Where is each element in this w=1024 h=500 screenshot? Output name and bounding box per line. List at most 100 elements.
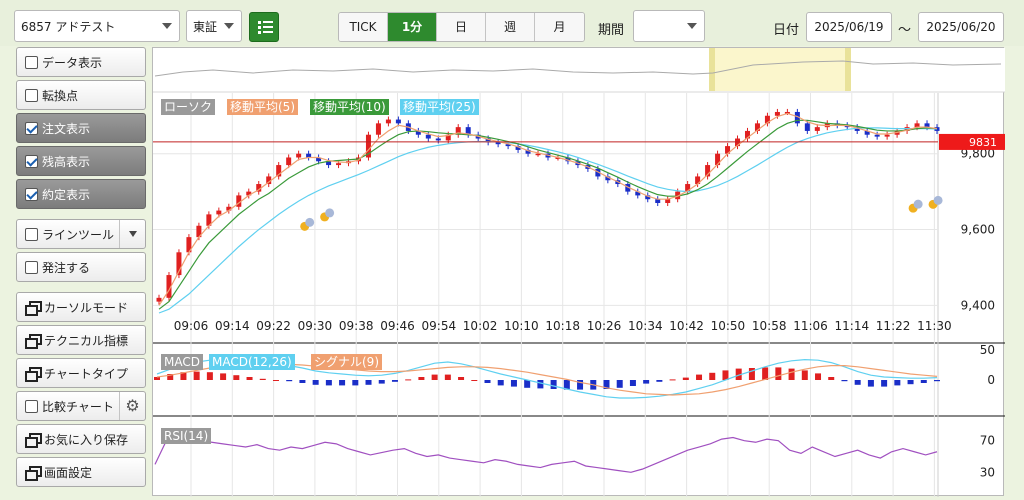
macd-histogram-bar [616,380,623,388]
candle-body [216,210,222,215]
macd-histogram-bar [709,372,716,380]
rsi-line [154,436,938,473]
macd-histogram-bar [643,380,650,384]
x-tick-label: 10:10 [504,319,539,333]
sidebar-item-label: カーソルモード [44,300,129,315]
sidebar-item-label: 約定表示 [42,187,91,202]
macd-histogram-bar [286,380,293,382]
sidebar-item-10[interactable]: 比較チャート ⚙ [16,391,146,421]
current-price-label: 9831 [969,136,997,149]
legend-rsi[interactable]: RSI(14) [161,428,212,444]
macd-histogram-bar [365,380,372,385]
x-tick-label: 09:30 [298,319,333,333]
window-icon [25,334,42,349]
sidebar-item-3[interactable]: 残高表示 [16,146,146,176]
macd-histogram-bar [154,377,160,380]
candle-body [884,134,890,137]
checkbox-icon [25,154,38,168]
sidebar-item-4[interactable]: 約定表示 [16,179,146,209]
interval-tab-1[interactable]: 1分 [388,13,437,41]
list-icon-dot [258,26,261,29]
x-tick-label: 09:06 [174,319,209,333]
legend-macd[interactable]: MACD [161,354,203,370]
macd-histogram-bar [788,368,795,380]
macd-histogram-bar [510,380,517,387]
sidebar-item-0[interactable]: データ表示 [16,47,146,77]
candle-body [435,138,441,141]
x-tick-label: 09:46 [380,319,415,333]
execution-marker [305,217,315,227]
date-from-input[interactable]: 2025/06/19 [806,12,892,42]
candle-body [774,111,780,116]
execution-marker [933,195,943,205]
candle-body [425,134,431,139]
sidebar-item-7[interactable]: カーソルモード [16,292,146,322]
macd-histogram-bar [629,380,636,386]
market-select[interactable]: 東証 [186,10,242,42]
interval-tab-3[interactable]: 週 [486,13,535,41]
sidebar-item-5[interactable]: ラインツール [16,219,146,249]
sidebar-item-label: お気に入り保存 [44,432,129,447]
list-icon-line [263,31,273,33]
chart-svg[interactable]: 09:06 09:14 09:22 09:30 09:38 09:46 09:54 10:02… [153,48,1005,497]
legend-macd-line[interactable]: MACD(12,26) [209,354,295,370]
checkbox-icon [25,121,38,135]
symbol-select[interactable]: 6857 アドテスト [14,10,180,42]
x-tick-label: 09:22 [256,319,291,333]
list-icon-dot [258,31,261,34]
macd-histogram-bar [881,380,888,387]
macd-histogram-bar [259,378,266,380]
sidebar-item-1[interactable]: 転換点 [16,80,146,110]
sidebar-item-11[interactable]: お気に入り保存 [16,424,146,454]
sidebar-item-2[interactable]: 注文表示 [16,113,146,143]
chart-area[interactable]: 09:06 09:14 09:22 09:30 09:38 09:46 09:54 10:02… [152,47,1005,497]
symbol-select-label: 6857 アドテスト [21,19,116,34]
macd-histogram-bar [378,380,385,384]
legend-ma10[interactable]: 移動平均(10) [310,99,389,115]
period-label: 期間 [598,23,625,38]
execution-marker [325,208,335,218]
x-tick-label: 09:54 [422,319,457,333]
macd-histogram-bar [907,380,914,385]
date-separator: 〜 [898,23,912,38]
macd-histogram-bar [193,371,200,380]
window-icon [25,367,42,382]
x-tick-label: 10:26 [587,319,622,333]
date-to-input[interactable]: 2025/06/20 [918,12,1004,42]
list-icon-line [263,21,273,23]
x-tick-label: 11:06 [793,319,828,333]
legend-signal[interactable]: シグナル(9) [311,354,382,370]
sidebar-item-6[interactable]: 発注する [16,252,146,282]
checkbox-icon [25,55,38,69]
sidebar-item-8[interactable]: テクニカル指標 [16,325,146,355]
legend-candle[interactable]: ローソク [161,99,216,115]
period-select[interactable] [633,10,705,42]
interval-tab-2[interactable]: 日 [437,13,486,41]
macd-histogram-bar [828,377,835,380]
ma10-line [158,119,938,310]
checkbox-icon [25,260,38,274]
list-button[interactable] [249,12,279,42]
chevron-down-icon [162,23,172,29]
candle-body [156,297,162,302]
macd-histogram-bar [431,374,438,380]
interval-tab-0[interactable]: TICK [339,13,388,41]
macd-histogram-bar [272,380,279,381]
list-icon [258,21,261,24]
sidebar-item-9[interactable]: チャートタイプ [16,358,146,388]
macd-tick-label: 0 [987,373,995,387]
macd-histogram-bar [444,374,451,380]
macd-histogram-bar [550,380,557,389]
gear-icon[interactable]: ⚙ [119,392,145,420]
candle-body [715,153,721,166]
macd-histogram-bar [391,380,398,382]
macd-histogram-bar [841,380,848,382]
interval-tab-4[interactable]: 月 [535,13,584,41]
macd-histogram-bar [325,380,332,386]
legend-ma5[interactable]: 移動平均(5) [227,99,298,115]
sidebar-item-12[interactable]: 画面設定 [16,457,146,487]
legend-ma25[interactable]: 移動平均(25) [400,99,479,115]
macd-tick-label: 50 [980,343,995,357]
checkbox-icon [25,88,38,102]
chevron-down-icon[interactable] [119,220,145,248]
